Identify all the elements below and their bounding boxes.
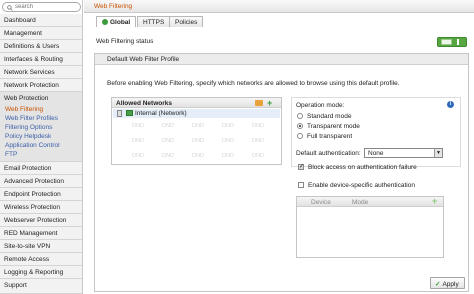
allowed-networks-title: Allowed Networks	[116, 100, 172, 107]
dnd-watermark: DND	[252, 138, 264, 144]
folder-icon[interactable]	[255, 100, 263, 106]
tab-label: Global	[110, 19, 131, 26]
device-specific-auth-checkbox[interactable]	[298, 182, 304, 188]
info-icon[interactable]: i	[447, 101, 454, 108]
apply-label: Apply	[442, 281, 459, 288]
sidebar-item-definitions-users[interactable]: Definitions & Users	[0, 40, 82, 53]
trash-icon[interactable]	[117, 110, 122, 117]
radio-standard-mode[interactable]	[297, 113, 303, 119]
add-device-icon[interactable]: +	[432, 196, 437, 206]
search-input[interactable]	[15, 3, 79, 11]
dnd-watermark: DND	[192, 138, 204, 144]
network-name: Internal (Network)	[135, 110, 187, 117]
sidebar-item-wireless-protection[interactable]: Wireless Protection	[0, 201, 82, 214]
tab-policies[interactable]: Policies	[169, 16, 204, 27]
page-header: Web Filtering	[84, 0, 474, 13]
dnd-watermark: DND	[192, 123, 204, 129]
sidebar-item-endpoint-protection[interactable]: Endpoint Protection	[0, 188, 82, 201]
web-filtering-toggle[interactable]	[437, 37, 467, 47]
sidebar: Dashboard Management Definitions & Users…	[0, 0, 83, 294]
dnd-watermark: DND	[192, 153, 204, 159]
tab-label: Policies	[175, 19, 198, 26]
dnd-watermark: DND	[222, 123, 234, 129]
sidebar-item-management[interactable]: Management	[0, 27, 82, 40]
sidebar-subitem-web-filter-profiles[interactable]: Web Filter Profiles	[5, 115, 58, 124]
block-access-checkbox[interactable]	[298, 163, 304, 170]
dnd-watermark: DND	[252, 153, 264, 159]
checkmark-icon: ✓	[435, 281, 441, 288]
sidebar-item-network-protection[interactable]: Network Protection	[0, 79, 82, 92]
column-header-device: Device	[311, 199, 331, 206]
chevron-down-icon: ▼	[434, 149, 442, 157]
sidebar-item-email-protection[interactable]: Email Protection	[0, 162, 82, 175]
sidebar-subitem-application-control[interactable]: Application Control	[5, 142, 60, 151]
radio-label: Transparent mode	[307, 123, 360, 130]
status-dot-icon	[102, 19, 108, 25]
web-filtering-status-label: Web Filtering status	[96, 38, 154, 45]
toggle-knob	[441, 39, 452, 45]
search-box[interactable]	[2, 2, 81, 12]
tab-https[interactable]: HTTPS	[137, 16, 171, 27]
dnd-watermark: DND	[132, 153, 144, 159]
dnd-watermark: DND	[132, 138, 144, 144]
radio-transparent-mode[interactable]	[297, 123, 303, 129]
device-specific-auth-label: Enable device-specific authentication	[308, 182, 415, 189]
search-icon	[7, 4, 13, 11]
network-icon	[126, 110, 133, 116]
devices-table: Device Mode +	[296, 196, 444, 258]
dnd-watermark: DND	[222, 138, 234, 144]
sidebar-item-interfaces-routing[interactable]: Interfaces & Routing	[0, 53, 82, 66]
sidebar-item-support[interactable]: Support	[0, 279, 82, 294]
toggle-grip-icon	[457, 39, 459, 45]
sidebar-subitem-web-filtering[interactable]: Web Filtering	[5, 106, 43, 115]
devices-table-header: Device Mode +	[297, 196, 443, 207]
default-auth-select[interactable]: None ▼	[364, 148, 443, 158]
sidebar-item-webserver-protection[interactable]: Webserver Protection	[0, 214, 82, 227]
network-row[interactable]: Internal (Network)	[113, 109, 280, 118]
radio-full-transparent[interactable]	[297, 133, 303, 139]
column-header-mode: Mode	[352, 199, 369, 206]
sidebar-subitem-filtering-options[interactable]: Filtering Options	[5, 124, 52, 133]
dnd-watermark: DND	[222, 153, 234, 159]
dnd-watermark: DND	[132, 123, 144, 129]
sidebar-item-red-management[interactable]: RED Management	[0, 227, 82, 240]
sidebar-item-dashboard[interactable]: Dashboard	[0, 14, 82, 27]
dnd-watermark: DND	[162, 123, 174, 129]
add-network-icon[interactable]: +	[267, 98, 272, 108]
default-auth-label: Default authentication:	[296, 150, 361, 157]
operation-mode-label: Operation mode:	[296, 102, 345, 109]
tab-global[interactable]: Global	[96, 16, 137, 27]
sidebar-subitem-policy-helpdesk[interactable]: Policy Helpdesk	[5, 133, 51, 142]
panel-title: Default Web Filter Profile	[95, 54, 468, 65]
page-title: Web Filtering	[94, 3, 133, 10]
allowed-networks-box: Allowed Networks + Internal (Network) DN…	[111, 97, 282, 165]
sidebar-subitem-ftp[interactable]: FTP	[5, 151, 17, 160]
dnd-watermark: DND	[162, 153, 174, 159]
block-access-label: Block access on authentication failure	[308, 164, 417, 171]
sidebar-item-remote-access[interactable]: Remote Access	[0, 253, 82, 266]
radio-label: Full transparent	[307, 133, 353, 140]
radio-label: Standard mode	[307, 113, 352, 120]
sidebar-item-advanced-protection[interactable]: Advanced Protection	[0, 175, 82, 188]
sidebar-item-network-services[interactable]: Network Services	[0, 66, 82, 79]
default-auth-value: None	[368, 150, 384, 157]
dnd-watermark: DND	[162, 138, 174, 144]
apply-button[interactable]: ✓ Apply	[430, 277, 465, 289]
dnd-watermark: DND	[252, 123, 264, 129]
panel-description: Before enabling Web Filtering, specify w…	[107, 80, 400, 87]
sidebar-item-label: Web Protection	[4, 95, 49, 102]
sidebar-item-logging-reporting[interactable]: Logging & Reporting	[0, 266, 82, 279]
sidebar-item-site-to-site-vpn[interactable]: Site-to-site VPN	[0, 240, 82, 253]
tab-label: HTTPS	[143, 19, 165, 26]
